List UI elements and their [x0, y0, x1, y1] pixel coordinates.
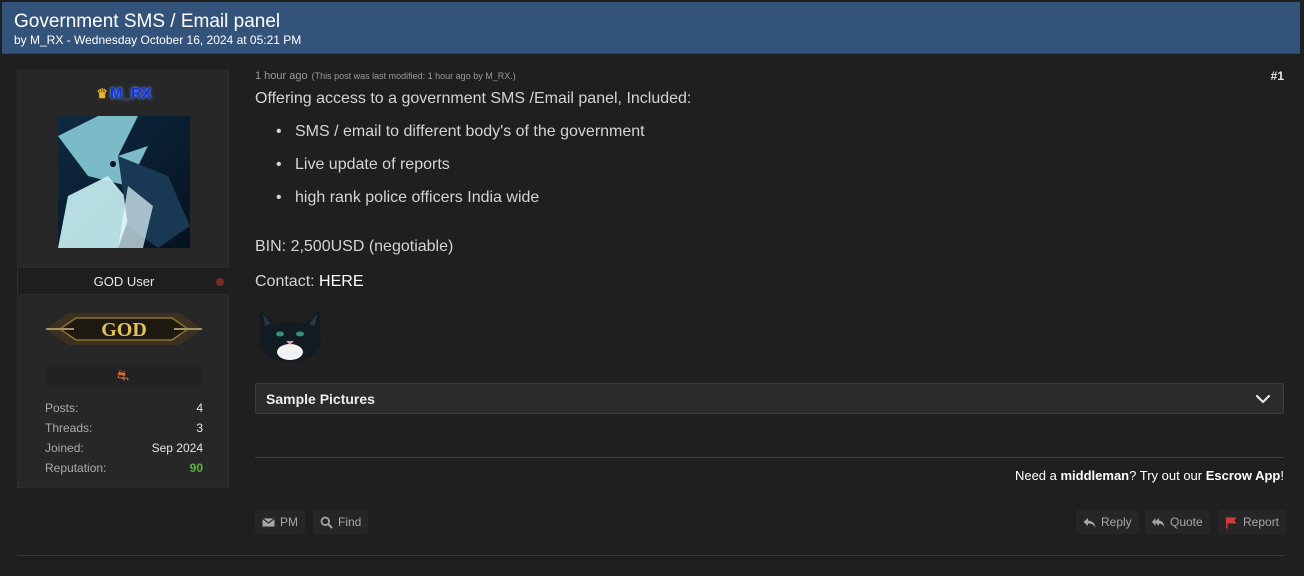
- god-rank-badge: GOD: [46, 313, 202, 345]
- stat-label: Reputation:: [45, 461, 107, 475]
- stat-threads: Threads: 3: [45, 419, 203, 439]
- quote-button[interactable]: Quote: [1145, 510, 1210, 534]
- chevron-down-icon: [1255, 394, 1271, 404]
- award-bar: ⛐: [46, 364, 202, 388]
- stat-label: Threads:: [45, 421, 93, 435]
- escrow-post: !: [1280, 468, 1284, 483]
- post-number-link[interactable]: #1: [1271, 69, 1284, 83]
- award-icon[interactable]: ⛐: [117, 367, 129, 386]
- post-intro: Offering access to a government SMS /Ema…: [255, 90, 692, 107]
- user-title: GOD User: [93, 274, 155, 289]
- user-profile-card: ♛ M_RX GOD User GOD ⛐ Posts: 4 Threads: …: [17, 70, 230, 488]
- envelope-icon: [262, 517, 275, 526]
- stat-joined: Joined: Sep 2024: [45, 439, 203, 459]
- report-label: Report: [1243, 515, 1280, 529]
- god-badge-text: GOD: [101, 319, 147, 341]
- post-meta: 1 hour ago (This post was last modified: …: [255, 70, 516, 82]
- pm-button[interactable]: PM: [255, 510, 305, 534]
- list-item: high rank police officers India wide: [276, 189, 645, 222]
- user-title-row: GOD User: [18, 267, 230, 295]
- crown-icon: ♛: [96, 86, 108, 101]
- post-modified-note: (This post was last modified: 1 hour ago…: [311, 71, 516, 81]
- post-bottom-divider: [17, 555, 1284, 556]
- thread-byline: by M_RX - Wednesday October 16, 2024 at …: [14, 33, 302, 47]
- pm-label: PM: [280, 515, 298, 529]
- post-time: 1 hour ago: [255, 70, 308, 82]
- list-item: Live update of reports: [276, 156, 645, 189]
- reply-all-icon: [1152, 517, 1165, 527]
- stat-value: 4: [196, 401, 203, 415]
- username-text: M_RX: [109, 85, 152, 102]
- reply-label: Reply: [1101, 515, 1132, 529]
- reply-icon: [1083, 517, 1096, 527]
- stat-label: Joined:: [45, 441, 84, 455]
- contact-link[interactable]: HERE: [319, 273, 363, 290]
- reputation-value[interactable]: 90: [190, 461, 203, 475]
- stat-posts: Posts: 4: [45, 399, 203, 419]
- stat-value: Sep 2024: [151, 441, 203, 455]
- stat-value: 3: [196, 421, 203, 435]
- feature-list: SMS / email to different body's of the g…: [276, 123, 645, 222]
- escrow-banner: Need a middleman? Try out our Escrow App…: [1015, 468, 1284, 483]
- user-stats: Posts: 4 Threads: 3 Joined: Sep 2024 Rep…: [45, 399, 203, 479]
- flag-icon: [1226, 516, 1237, 528]
- escrow-mid: ? Try out our: [1129, 468, 1206, 483]
- find-label: Find: [338, 515, 362, 529]
- contact-line: Contact: HERE: [255, 273, 363, 291]
- list-item: SMS / email to different body's of the g…: [276, 123, 645, 156]
- stat-label: Posts:: [45, 401, 79, 415]
- escrow-pre: Need a: [1014, 468, 1061, 483]
- bin-price: BIN: 2,500USD (negotiable): [255, 238, 454, 255]
- offline-status-icon: [216, 278, 224, 286]
- avatar[interactable]: [58, 116, 190, 248]
- stat-reputation: Reputation: 90: [45, 459, 203, 479]
- search-icon: [320, 516, 333, 529]
- spoiler-label: Sample Pictures: [266, 391, 375, 407]
- contact-label: Contact:: [255, 273, 320, 290]
- middleman-link[interactable]: middleman: [1061, 468, 1130, 483]
- escrow-app-link[interactable]: Escrow App: [1206, 468, 1281, 483]
- cat-image: [255, 306, 325, 362]
- quote-label: Quote: [1170, 515, 1203, 529]
- username-link[interactable]: ♛ M_RX: [18, 85, 230, 102]
- report-button[interactable]: Report: [1218, 510, 1287, 534]
- spoiler-toggle[interactable]: Sample Pictures: [255, 383, 1284, 414]
- find-button[interactable]: Find: [313, 510, 369, 534]
- thread-title: Government SMS / Email panel: [14, 11, 281, 32]
- thread-header: Government SMS / Email panel by M_RX - W…: [2, 2, 1300, 54]
- signature-divider: [255, 457, 1284, 458]
- reply-button[interactable]: Reply: [1076, 510, 1139, 534]
